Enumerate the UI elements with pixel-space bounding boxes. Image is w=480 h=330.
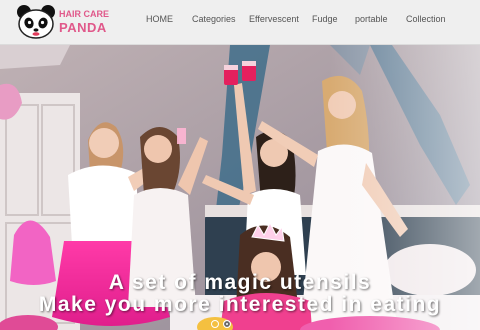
- site-header: HAIR CARE PANDA HOME Categories Efferves…: [0, 0, 480, 45]
- slide-dot-2-active[interactable]: [223, 320, 231, 328]
- nav-categories[interactable]: Categories: [192, 14, 236, 24]
- nav-fudge[interactable]: Fudge: [312, 14, 338, 24]
- hero-slider[interactable]: A set of magic utensils Make you more in…: [0, 45, 480, 330]
- hero-caption-line1: A set of magic utensils: [108, 271, 372, 294]
- nav-home[interactable]: HOME: [146, 14, 173, 24]
- main-nav: HOME Categories Effervescent Fudge porta…: [0, 0, 480, 44]
- slide-dot-1[interactable]: [211, 320, 219, 328]
- nav-collection[interactable]: Collection: [406, 14, 446, 24]
- slider-pagination: [211, 320, 235, 328]
- nav-effervescent[interactable]: Effervescent: [249, 14, 299, 24]
- hero-caption-line2: Make you more interested in eating: [38, 293, 442, 316]
- nav-portable[interactable]: portable: [355, 14, 388, 24]
